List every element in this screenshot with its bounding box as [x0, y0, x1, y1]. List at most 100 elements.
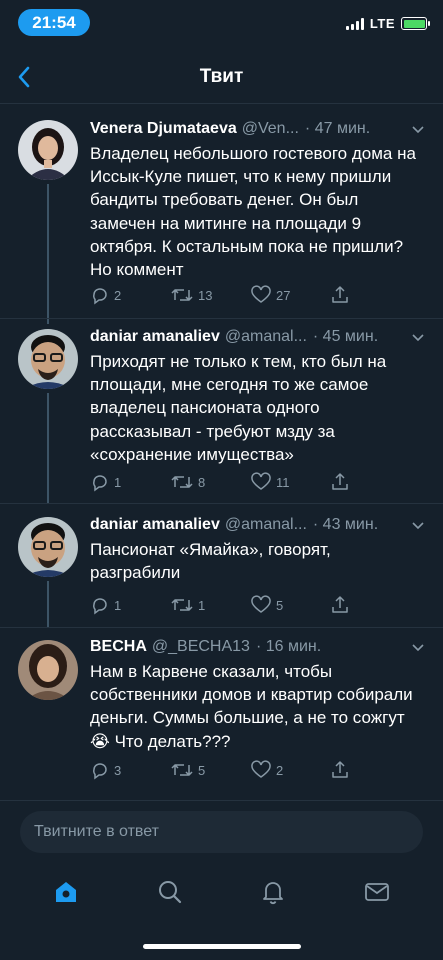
- author-handle: @_ВЕСНА13: [151, 638, 250, 655]
- share-icon: [332, 286, 348, 303]
- reply-button[interactable]: 2: [90, 283, 170, 307]
- author-handle: @amanal...: [224, 516, 307, 533]
- tweet-time: · 16 мин.: [255, 638, 322, 655]
- reply-input[interactable]: Твитните в ответ: [20, 811, 423, 853]
- tweet-actions: 3 5 2: [90, 758, 410, 782]
- tweet-actions: 1 8 11: [90, 470, 410, 494]
- header: Твит: [0, 52, 443, 104]
- author-name[interactable]: ВЕСНА: [90, 638, 147, 656]
- notifications-icon: [263, 882, 284, 905]
- retweet-icon: [171, 476, 193, 488]
- reply-button[interactable]: 1: [90, 470, 170, 494]
- tweet-time: · 47 мин.: [304, 120, 371, 137]
- thread-line: [47, 184, 49, 324]
- thread-line: [47, 581, 49, 627]
- share-icon: [332, 473, 348, 490]
- reply-count: 1: [114, 474, 122, 490]
- share-icon: [332, 596, 348, 613]
- battery-icon: [401, 17, 430, 30]
- retweet-count: 1: [198, 597, 206, 613]
- retweet-button[interactable]: 8: [170, 470, 250, 494]
- share-button[interactable]: [330, 758, 410, 782]
- retweet-count: 8: [198, 474, 206, 490]
- tweet-text: Владелец небольшого гостевого дома на Ис…: [90, 144, 416, 280]
- tweet-text: Нам в Карвене сказали, чтобы собственник…: [90, 662, 413, 751]
- avatar[interactable]: [18, 120, 78, 180]
- nav-messages[interactable]: [352, 872, 402, 912]
- tweet-time: · 45 мин.: [312, 328, 379, 345]
- nav-search[interactable]: [145, 872, 195, 912]
- reply-count: 2: [114, 287, 122, 303]
- share-button[interactable]: [330, 470, 410, 494]
- heart-icon: [251, 285, 271, 303]
- tweet-meta: ВЕСНА @_ВЕСНА13 · 16 мин.: [90, 636, 425, 658]
- avatar[interactable]: [18, 329, 78, 389]
- tweet[interactable]: ВЕСНА @_ВЕСНА13 · 16 мин. Нам в Карвене …: [0, 628, 443, 798]
- search-icon: [158, 881, 181, 904]
- reply-button[interactable]: 1: [90, 593, 170, 617]
- reply-count: 1: [114, 597, 122, 613]
- tweet-actions: 2 13 27: [90, 283, 410, 307]
- tweet-body: daniar amanaliev @amanal... · 43 мин. Па…: [90, 514, 425, 584]
- chevron-down-icon[interactable]: [411, 122, 425, 136]
- reply-button[interactable]: 3: [90, 758, 170, 782]
- retweet-count: 5: [198, 762, 206, 778]
- retweet-icon: [171, 764, 193, 776]
- tweet-body: Venera Djumataeva @Ven... · 47 мин. Влад…: [90, 118, 425, 281]
- tweet-meta: Venera Djumataeva @Ven... · 47 мин.: [90, 118, 425, 140]
- signal-icon: [345, 17, 364, 30]
- divider: [0, 503, 443, 504]
- author-name[interactable]: daniar amanaliev: [90, 328, 220, 346]
- retweet-icon: [171, 289, 193, 301]
- chevron-down-icon[interactable]: [411, 330, 425, 344]
- status-indicators: LTE: [345, 16, 430, 31]
- share-button[interactable]: [330, 593, 410, 617]
- retweet-button[interactable]: 1: [170, 593, 250, 617]
- like-count: 27: [276, 287, 291, 303]
- reply-count: 3: [114, 762, 122, 778]
- network-type: LTE: [369, 16, 395, 31]
- like-button[interactable]: 27: [250, 283, 330, 307]
- tweet[interactable]: daniar amanaliev @amanal... · 45 мин. Пр…: [0, 319, 443, 503]
- retweet-count: 13: [198, 287, 213, 303]
- tweet-body: daniar amanaliev @amanal... · 45 мин. Пр…: [90, 326, 425, 466]
- retweet-icon: [171, 599, 193, 611]
- tweet[interactable]: Venera Djumataeva @Ven... · 47 мин. Влад…: [0, 112, 443, 324]
- heart-icon: [251, 472, 271, 490]
- nav-home[interactable]: [41, 872, 91, 912]
- retweet-button[interactable]: 13: [170, 283, 250, 307]
- heart-icon: [251, 760, 271, 778]
- thread-line: [47, 393, 49, 503]
- author-name[interactable]: daniar amanaliev: [90, 516, 220, 534]
- messages-icon: [365, 883, 390, 901]
- tweet-meta: daniar amanaliev @amanal... · 45 мин.: [90, 326, 425, 348]
- chevron-down-icon[interactable]: [411, 518, 425, 532]
- like-count: 11: [276, 474, 290, 490]
- tweet-actions: 1 1 5: [90, 593, 410, 617]
- reply-icon: [93, 475, 107, 492]
- author-handle: @amanal...: [224, 328, 307, 345]
- like-count: 2: [276, 762, 284, 778]
- nav-notifications[interactable]: [248, 872, 298, 912]
- tweet-meta: daniar amanaliev @amanal... · 43 мин.: [90, 514, 425, 536]
- like-button[interactable]: 11: [250, 470, 330, 494]
- like-button[interactable]: 2: [250, 758, 330, 782]
- reply-icon: [93, 598, 107, 615]
- tweet-text: Пансионат «Ямайка», говорят, разграбили: [90, 540, 331, 583]
- bottom-nav: [0, 868, 443, 916]
- reply-icon: [93, 763, 107, 780]
- home-icon: [55, 882, 76, 902]
- share-button[interactable]: [330, 283, 410, 307]
- chevron-down-icon[interactable]: [411, 640, 425, 654]
- page-title: Твит: [199, 66, 244, 87]
- divider: [0, 800, 443, 801]
- author-name[interactable]: Venera Djumataeva: [90, 120, 237, 138]
- retweet-button[interactable]: 5: [170, 758, 250, 782]
- tweet-body: ВЕСНА @_ВЕСНА13 · 16 мин. Нам в Карвене …: [90, 636, 425, 753]
- heart-icon: [251, 595, 271, 613]
- reply-icon: [93, 288, 107, 305]
- like-button[interactable]: 5: [250, 593, 330, 617]
- tweet[interactable]: daniar amanaliev @amanal... · 43 мин. Па…: [0, 505, 443, 627]
- avatar[interactable]: [18, 640, 78, 700]
- avatar[interactable]: [18, 517, 78, 577]
